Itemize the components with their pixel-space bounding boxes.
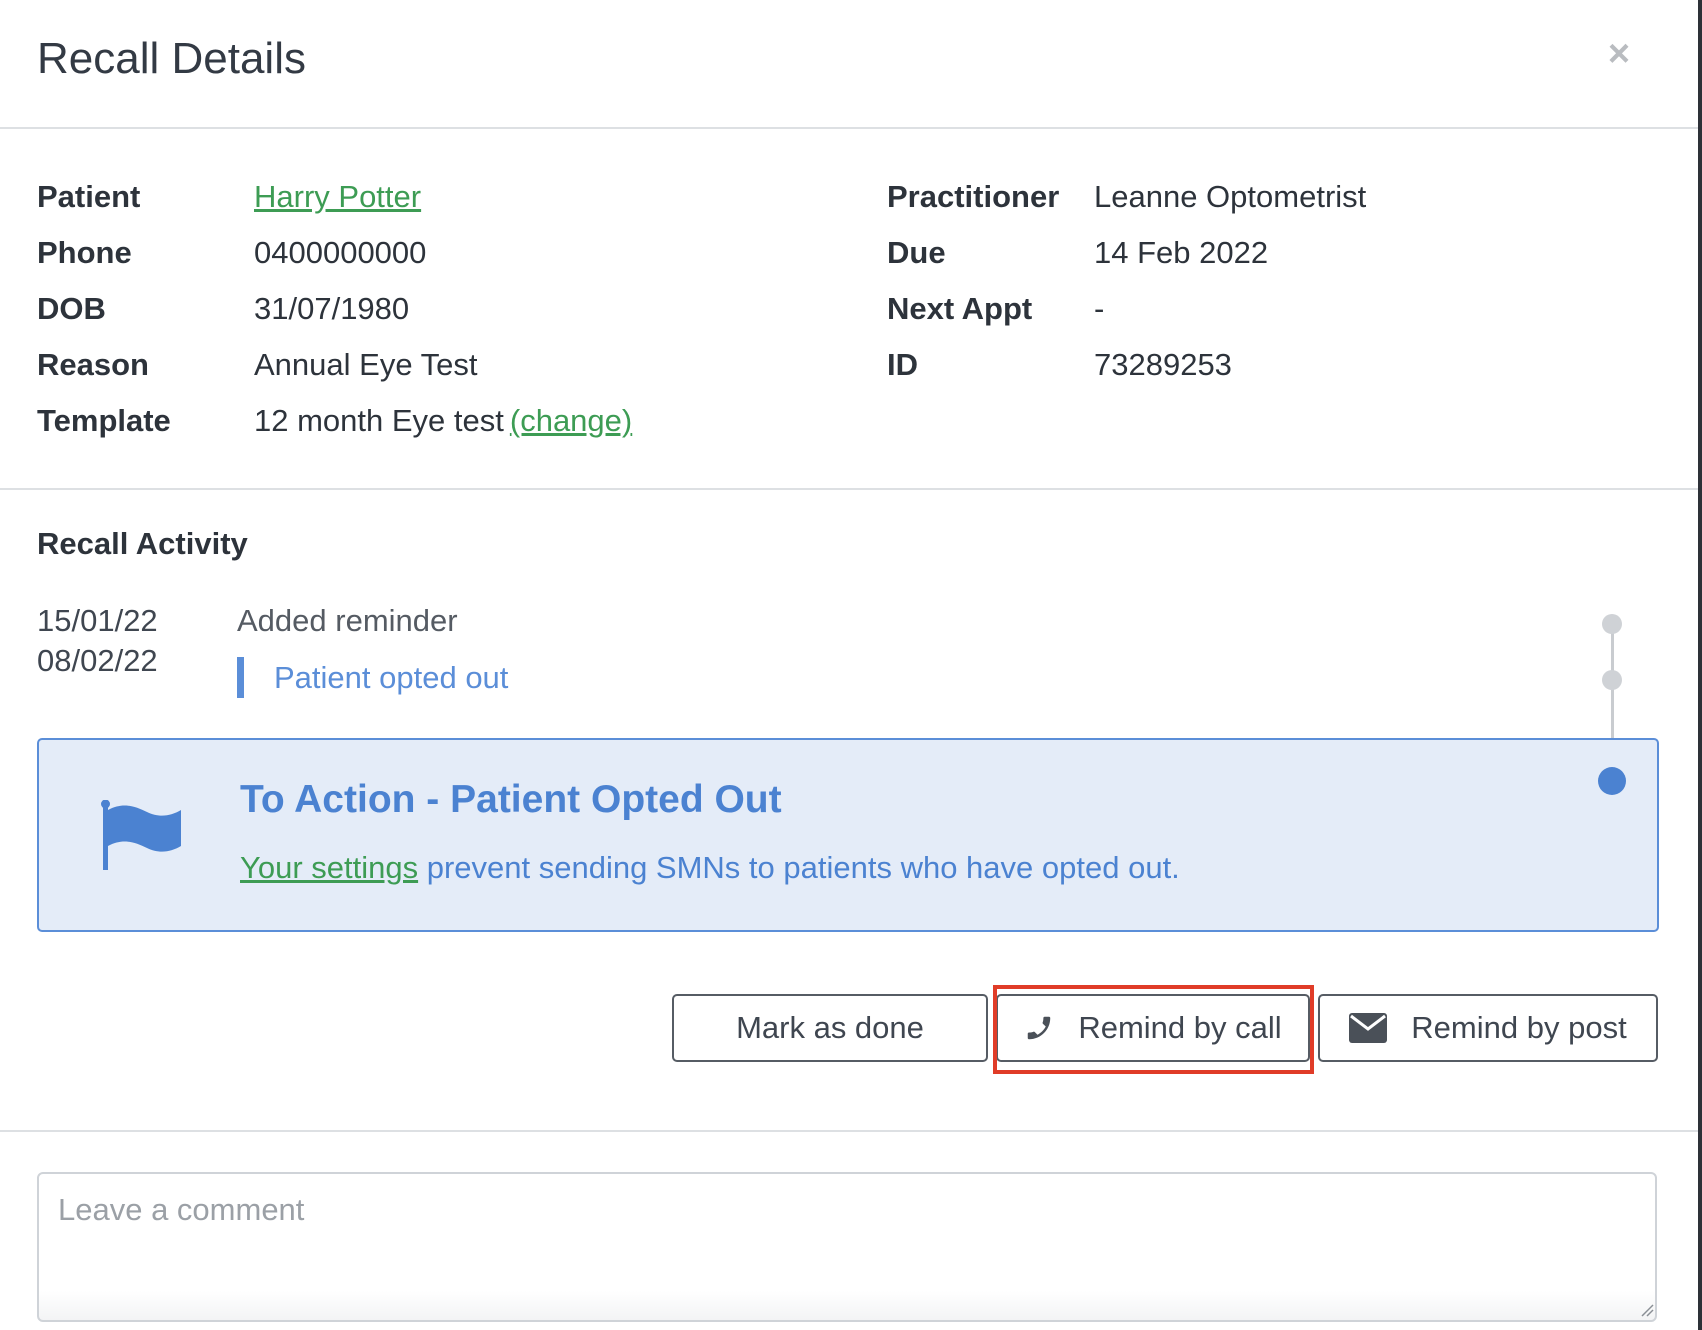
change-template-link[interactable]: (change) [510, 403, 632, 438]
remind-by-call-label: Remind by call [1078, 1010, 1282, 1045]
envelope-icon [1349, 1013, 1388, 1043]
mark-as-done-button[interactable]: Mark as done [672, 994, 988, 1062]
patient-name-link[interactable]: Harry Potter [254, 179, 421, 214]
detail-patient: Patient [37, 177, 140, 217]
activity-event: Added reminder [237, 603, 458, 638]
detail-id-value: 73289253 [1094, 345, 1232, 385]
detail-due-value: 14 Feb 2022 [1094, 233, 1268, 273]
recall-details-section: Patient Harry Potter Phone 0400000000 DO… [0, 129, 1698, 490]
detail-phone: Phone [37, 233, 132, 273]
remind-by-post-label: Remind by post [1411, 1010, 1627, 1045]
modal-title: Recall Details [37, 34, 306, 83]
detail-label: Reason [37, 347, 149, 382]
remind-by-post-button[interactable]: Remind by post [1318, 994, 1658, 1062]
detail-value: Leanne Optometrist [1094, 179, 1367, 214]
detail-label: Template [37, 403, 171, 438]
action-alert-box: To Action - Patient Opted Out Your setti… [37, 738, 1659, 932]
detail-id: ID [887, 345, 918, 385]
resize-grip-icon[interactable] [1640, 1303, 1654, 1317]
detail-template: Template [37, 401, 171, 441]
detail-value: Annual Eye Test [254, 347, 478, 382]
timeline-dot [1602, 614, 1622, 634]
detail-due: Due [887, 233, 946, 273]
footer-divider [0, 1130, 1698, 1132]
detail-reason: Reason [37, 345, 149, 385]
detail-next-appt-value: - [1094, 289, 1104, 329]
detail-value: 12 month Eye test [254, 403, 504, 438]
action-description-text: prevent sending SMNs to patients who hav… [418, 850, 1180, 885]
phone-icon [1028, 1016, 1051, 1040]
detail-dob: DOB [37, 289, 106, 329]
detail-value: - [1094, 291, 1105, 326]
timeline-dot [1602, 670, 1622, 690]
detail-label: Phone [37, 235, 132, 270]
detail-label: Due [887, 235, 946, 270]
flag-icon [101, 800, 181, 870]
detail-label: Practitioner [887, 179, 1060, 214]
action-description: Your settings prevent sending SMNs to pa… [240, 850, 1180, 886]
detail-label: Next Appt [887, 291, 1033, 326]
detail-label: Patient [37, 179, 141, 214]
detail-dob-value: 31/07/1980 [254, 289, 409, 329]
activity-note: Patient opted out [274, 660, 509, 695]
note-quote-bar [237, 657, 244, 698]
timeline-dot-active [1598, 767, 1626, 795]
activity-date: 08/02/22 [37, 643, 158, 678]
detail-value: 31/07/1980 [254, 291, 410, 326]
detail-template-value: 12 month Eye test (change) [254, 401, 632, 441]
settings-link[interactable]: Your settings [240, 850, 418, 885]
detail-value: 14 Feb 2022 [1094, 235, 1269, 270]
detail-phone-value: 0400000000 [254, 233, 426, 273]
detail-value: 0400000000 [254, 235, 427, 270]
window-edge [1698, 0, 1702, 1330]
remind-by-call-button[interactable]: Remind by call [996, 994, 1310, 1062]
detail-practitioner-value: Leanne Optometrist [1094, 177, 1366, 217]
detail-practitioner: Practitioner [887, 177, 1059, 217]
detail-label: ID [887, 347, 918, 382]
mark-as-done-label: Mark as done [736, 1010, 924, 1045]
activity-section-title: Recall Activity [37, 526, 248, 561]
activity-date: 15/01/22 [37, 603, 158, 638]
action-title: To Action - Patient Opted Out [240, 778, 782, 821]
comment-textarea[interactable] [37, 1172, 1657, 1322]
detail-label: DOB [37, 291, 106, 326]
modal-header: Recall Details × [0, 0, 1698, 129]
detail-next-appt: Next Appt [887, 289, 1032, 329]
detail-patient-value: Harry Potter [254, 177, 421, 217]
detail-value: 73289253 [1094, 347, 1232, 382]
detail-reason-value: Annual Eye Test [254, 345, 477, 385]
close-button[interactable]: × [1602, 34, 1636, 74]
